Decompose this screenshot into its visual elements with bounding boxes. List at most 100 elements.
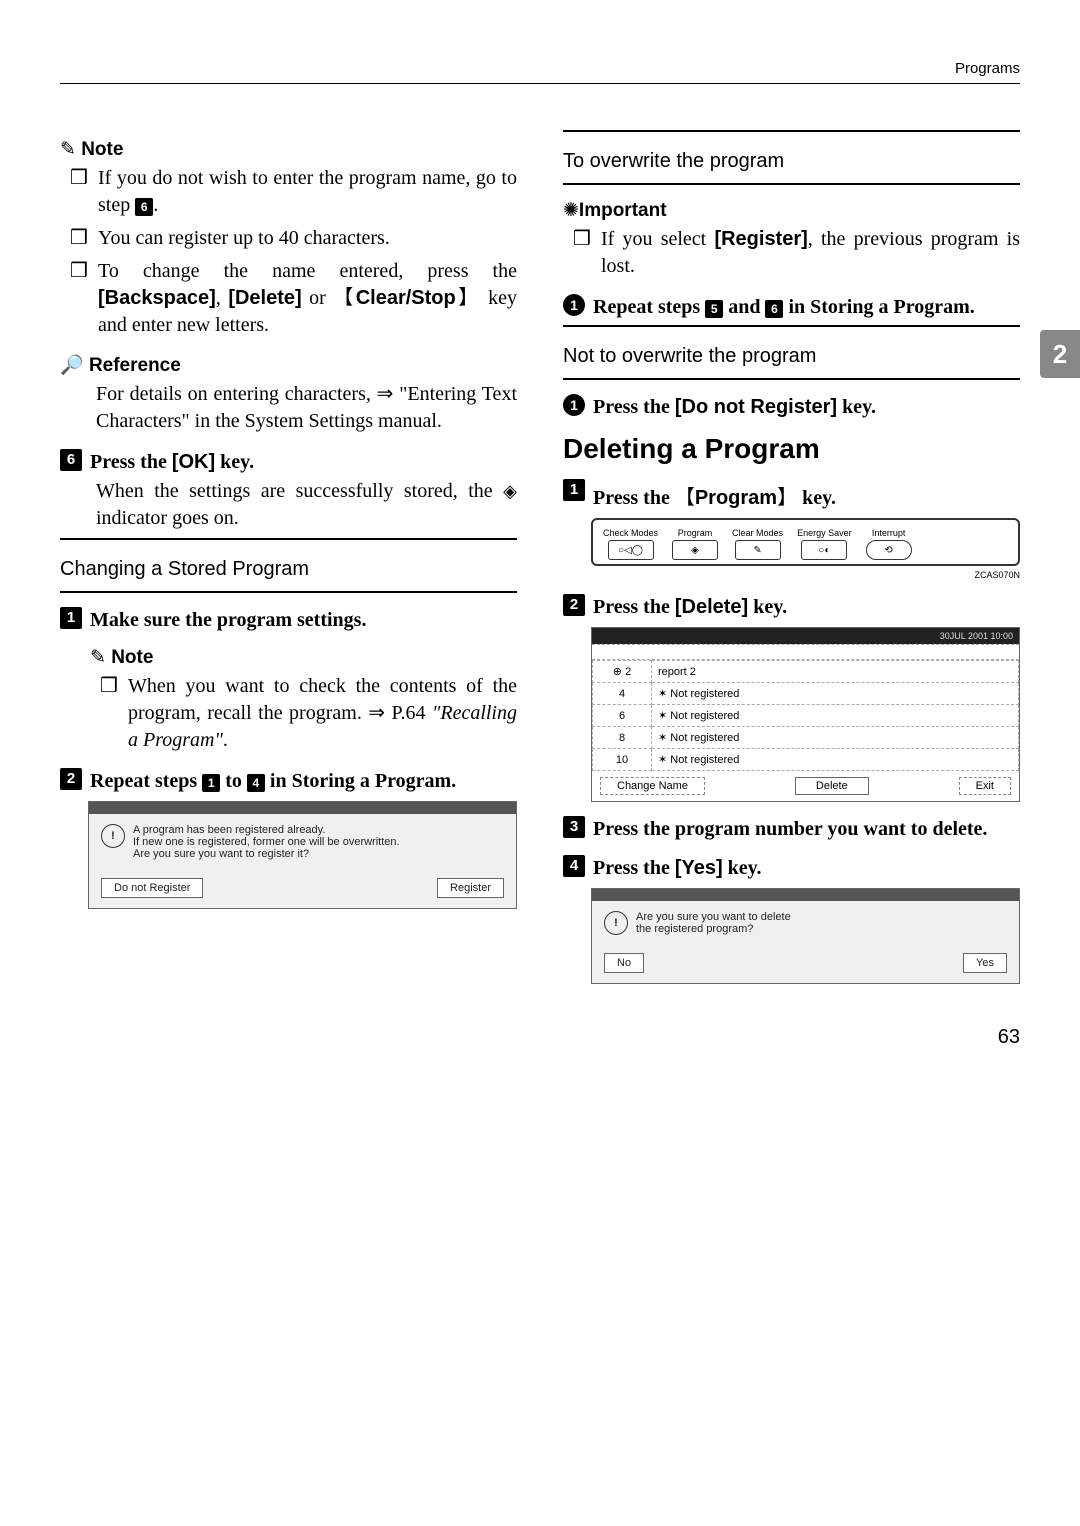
step-text: Press the [Do not Register] key. — [593, 394, 876, 419]
step-badge: 4 — [563, 855, 585, 877]
device-keys-panel: Check Modes○◁◯ Program◈ Clear Modes✎ Ene… — [591, 518, 1020, 566]
exit-button[interactable]: Exit — [959, 777, 1011, 795]
t: Repeat steps — [90, 770, 202, 792]
no-button[interactable]: No — [604, 953, 644, 973]
register-dialog: ! A program has been registered already.… — [88, 801, 517, 909]
program-table: ⊕ 2report 2 4✶ Not registered 6✶ Not reg… — [592, 660, 1019, 771]
not-overwrite-step-1: 1 Press the [Do not Register] key. — [563, 394, 1020, 419]
note-item: To change the name entered, press the [B… — [70, 258, 517, 339]
step-badge: 1 — [563, 394, 585, 416]
reference-body: For details on entering characters, ⇒ "E… — [60, 381, 517, 435]
change-name-button[interactable]: Change Name — [600, 777, 705, 795]
prog-num[interactable]: ⊕ 2 — [593, 661, 652, 683]
important-heading: Important — [563, 199, 1020, 222]
overwrite-step-1: 1 Repeat steps 5 and 6 in Storing a Prog… — [563, 294, 1020, 319]
figure-caption: ZCAS070N — [591, 570, 1020, 580]
step-text: Press the [OK] key. — [90, 449, 254, 474]
device-key[interactable]: Program◈ — [672, 528, 718, 560]
t: in Storing a Program. — [265, 770, 456, 792]
step-text: Press the [Delete] key. — [593, 594, 787, 619]
kw-ok: [OK] — [172, 451, 215, 473]
do-not-register-button[interactable]: Do not Register — [101, 878, 203, 898]
page-tab: 2 — [1040, 330, 1080, 378]
changing-heading: Changing a Stored Program — [60, 558, 517, 581]
step-ref-badge: 4 — [247, 774, 265, 792]
kw-delete: [Delete] — [228, 287, 301, 309]
t: When the settings are successfully store… — [96, 480, 503, 502]
t: If you select — [601, 228, 714, 250]
changing-step-1: 1 Make sure the program settings. — [60, 607, 517, 632]
changing-step-2: 2 Repeat steps 1 to 4 in Storing a Progr… — [60, 768, 517, 793]
t: Press the — [593, 857, 675, 879]
dialog-titlebar — [89, 802, 516, 814]
delete-step-2: 2 Press the [Delete] key. — [563, 594, 1020, 619]
device-key[interactable]: Energy Saver○◐ — [797, 528, 852, 560]
t: Press the — [90, 451, 172, 473]
note-tail: . — [153, 194, 158, 216]
note-heading: Note — [60, 138, 517, 161]
step-badge: 1 — [563, 479, 585, 501]
delete-step-1: 1 Press the Program key. — [563, 479, 1020, 510]
prog-num[interactable]: 4 — [593, 683, 652, 705]
t: Repeat steps — [593, 296, 705, 318]
dialog-titlebar — [592, 889, 1019, 901]
note-text: To change the name entered, press the — [98, 260, 517, 282]
step-body: When the settings are successfully store… — [60, 478, 517, 532]
delete-step-3: 3 Press the program number you want to d… — [563, 816, 1020, 841]
prog-name[interactable]: ✶ Not registered — [652, 705, 1019, 727]
kw-do-not-register: [Do not Register] — [675, 396, 837, 418]
step-badge: 2 — [563, 594, 585, 616]
device-key[interactable]: Clear Modes✎ — [732, 528, 783, 560]
prog-name[interactable]: ✶ Not registered — [652, 749, 1019, 771]
t: Press the — [593, 487, 675, 509]
prog-num[interactable]: 6 — [593, 705, 652, 727]
deleting-heading: Deleting a Program — [563, 433, 1020, 465]
t: key. — [837, 396, 876, 418]
kw-program: Program — [675, 487, 797, 509]
confirm-delete-dialog: ! Are you sure you want to delete the re… — [591, 888, 1020, 984]
not-overwrite-heading: Not to overwrite the program — [563, 345, 1020, 368]
yes-button[interactable]: Yes — [963, 953, 1007, 973]
divider — [563, 183, 1020, 185]
t: and — [723, 296, 765, 318]
delete-button[interactable]: Delete — [795, 777, 869, 795]
step-badge: 6 — [60, 449, 82, 471]
program-list-panel: 30JUL 2001 10:00 ⊕ 2report 2 4✶ Not regi… — [591, 627, 1020, 802]
step-text: Press the [Yes] key. — [593, 855, 762, 880]
t: key. — [748, 596, 787, 618]
sep: or — [302, 287, 334, 309]
prog-name[interactable]: ✶ Not registered — [652, 683, 1019, 705]
t: key. — [215, 451, 254, 473]
important-item: If you select [Register], the previous p… — [573, 226, 1020, 280]
alert-icon: ! — [101, 824, 125, 848]
t: key. — [723, 857, 762, 879]
step-ref-badge: 6 — [135, 198, 153, 216]
t: to — [220, 770, 247, 792]
dialog-line: the registered program? — [636, 923, 791, 935]
prog-name[interactable]: report 2 — [652, 661, 1019, 683]
note-item: When you want to check the contents of t… — [100, 673, 517, 754]
device-key[interactable]: Check Modes○◁◯ — [603, 528, 658, 560]
step-badge: 3 — [563, 816, 585, 838]
prog-num[interactable]: 8 — [593, 727, 652, 749]
prog-name[interactable]: ✶ Not registered — [652, 727, 1019, 749]
alert-icon: ! — [604, 911, 628, 935]
sep: , — [216, 287, 228, 309]
divider — [60, 538, 517, 540]
dialog-line: If new one is registered, former one wil… — [133, 836, 400, 848]
step-text: Repeat steps 1 to 4 in Storing a Program… — [90, 768, 456, 793]
kw-register: [Register] — [714, 228, 807, 250]
prog-num[interactable]: 10 — [593, 749, 652, 771]
device-key[interactable]: Interrupt⟲ — [866, 528, 912, 560]
step-badge: 2 — [60, 768, 82, 790]
step-ref-badge: 6 — [765, 300, 783, 318]
dialog-line: A program has been registered already. — [133, 824, 400, 836]
kw-yes: [Yes] — [675, 857, 723, 879]
step-ref-badge: 5 — [705, 300, 723, 318]
note-list: If you do not wish to enter the program … — [60, 165, 517, 339]
delete-step-4: 4 Press the [Yes] key. — [563, 855, 1020, 880]
step-text: Press the program number you want to del… — [593, 816, 987, 841]
t: key. — [797, 487, 836, 509]
register-button[interactable]: Register — [437, 878, 504, 898]
t: indicator goes on. — [96, 507, 239, 529]
